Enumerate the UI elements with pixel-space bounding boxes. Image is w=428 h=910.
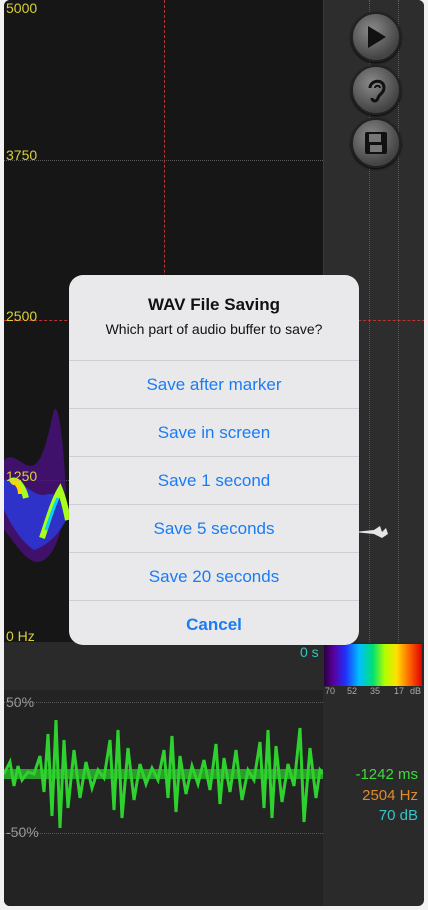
time-origin-label: 0 s bbox=[300, 644, 319, 660]
spectrogram-signal bbox=[4, 408, 71, 563]
spectrum-trace bbox=[354, 526, 388, 538]
y-axis-label: 2500 bbox=[6, 308, 38, 324]
color-scale-label: 52 bbox=[347, 686, 358, 696]
listen-button[interactable] bbox=[351, 65, 401, 115]
save-disk-icon bbox=[365, 132, 387, 154]
save-1-second-button[interactable]: Save 1 second bbox=[69, 456, 359, 504]
y-axis-label: 1250 bbox=[6, 468, 38, 484]
waveform-trace bbox=[4, 719, 323, 829]
color-scale bbox=[324, 644, 422, 686]
dialog-options: Save after marker Save in screen Save 1 … bbox=[69, 360, 359, 645]
save-in-screen-button[interactable]: Save in screen bbox=[69, 408, 359, 456]
play-button[interactable] bbox=[351, 12, 401, 62]
color-scale-label: 17 bbox=[394, 686, 405, 696]
dialog-title: WAV File Saving bbox=[148, 295, 280, 314]
y-axis-label: 5000 bbox=[6, 0, 38, 16]
readout-time: -1242 ms bbox=[355, 766, 418, 783]
color-scale-label: dB bbox=[410, 686, 422, 696]
color-scale-labels: 70 52 35 17 dB bbox=[324, 686, 424, 698]
y-axis-label: 0 Hz bbox=[6, 628, 35, 644]
waveform[interactable]: 50% -50% bbox=[4, 690, 323, 906]
ear-icon bbox=[368, 79, 386, 103]
save-after-marker-button[interactable]: Save after marker bbox=[69, 360, 359, 408]
y-axis-label: 3750 bbox=[6, 147, 38, 163]
cancel-button[interactable]: Cancel bbox=[69, 600, 359, 645]
play-icon bbox=[368, 26, 386, 48]
color-scale-label: 70 bbox=[325, 686, 336, 696]
wav-save-dialog: WAV File Saving Which part of audio buff… bbox=[69, 275, 359, 645]
readout-frequency: 2504 Hz bbox=[362, 787, 418, 804]
save-5-seconds-button[interactable]: Save 5 seconds bbox=[69, 504, 359, 552]
save-button[interactable] bbox=[351, 118, 401, 168]
save-20-seconds-button[interactable]: Save 20 seconds bbox=[69, 552, 359, 600]
dialog-message: Which part of audio buffer to save? bbox=[105, 321, 323, 337]
color-scale-label: 35 bbox=[370, 686, 381, 696]
readout-level: 70 dB bbox=[378, 807, 418, 824]
